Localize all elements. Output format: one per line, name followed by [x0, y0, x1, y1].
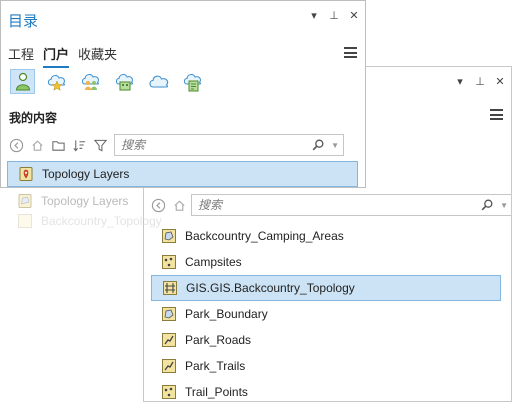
front-search-input[interactable]: [121, 138, 308, 152]
catalog-tabs: 工程 门户 收藏夹: [8, 44, 117, 68]
line-feature-class-icon: [162, 359, 176, 373]
front-search-box[interactable]: ▼: [114, 134, 344, 156]
living-atlas-icon[interactable]: [180, 69, 205, 94]
polygon-feature-class-icon: [162, 229, 176, 243]
options-dropdown-icon[interactable]: ▾: [455, 75, 465, 89]
item-label: Campsites: [185, 255, 242, 269]
catalog-item-list: Backcountry_Camping_Areas Campsites GIS.…: [151, 223, 501, 401]
list-item-campsites[interactable]: Campsites: [151, 249, 501, 275]
drag-ghost-item: Topology Layers: [7, 188, 307, 214]
pane-title: 目录: [8, 13, 39, 30]
back-icon[interactable]: [7, 136, 26, 155]
item-label: Park_Boundary: [185, 307, 268, 321]
item-label: Backcountry_Topology: [41, 214, 162, 228]
my-content-icon[interactable]: [10, 69, 35, 94]
all-portal-icon[interactable]: [146, 69, 171, 94]
item-label: Topology Layers: [41, 194, 129, 208]
window-controls: ▾ ⊥ ✕: [309, 9, 359, 23]
item-label: Park_Roads: [185, 333, 252, 347]
groups-cloud-icon[interactable]: [78, 69, 103, 94]
close-icon[interactable]: ✕: [349, 9, 359, 23]
search-icon[interactable]: [311, 138, 325, 152]
list-item-park-trails[interactable]: Park_Trails: [151, 353, 501, 379]
drag-ghost-item: Backcountry_Topology: [7, 214, 307, 228]
favorites-cloud-icon[interactable]: [44, 69, 69, 94]
tab-project[interactable]: 工程: [8, 44, 34, 66]
list-item-backcountry-topology[interactable]: GIS.GIS.Backcountry_Topology: [151, 275, 501, 301]
menu-icon[interactable]: [490, 109, 503, 120]
search-options-chevron-icon[interactable]: ▼: [331, 141, 339, 150]
list-item-park-roads[interactable]: Park_Roads: [151, 327, 501, 353]
window-controls: ▾ ⊥ ✕: [455, 75, 505, 89]
tab-favorites[interactable]: 收藏夹: [78, 44, 117, 66]
point-feature-class-icon: [162, 255, 176, 269]
point-feature-class-icon: [162, 385, 176, 399]
search-icon[interactable]: [480, 198, 494, 212]
folder-icon[interactable]: [49, 136, 68, 155]
item-label: Park_Trails: [185, 359, 246, 373]
pin-icon[interactable]: ⊥: [329, 9, 339, 23]
filter-icon[interactable]: [91, 136, 110, 155]
search-options-chevron-icon[interactable]: ▼: [500, 201, 508, 210]
list-item-park-boundary[interactable]: Park_Boundary: [151, 301, 501, 327]
sort-icon[interactable]: [70, 136, 89, 155]
topology-icon: [163, 281, 177, 295]
organization-cloud-icon[interactable]: [112, 69, 137, 94]
catalog-pane: 目录 ▾ ⊥ ✕ 工程 门户 收藏夹 我的内容 搜索 ▼: [0, 0, 366, 188]
menu-icon[interactable]: [344, 47, 357, 58]
line-feature-class-icon: [162, 333, 176, 347]
topology-icon: [18, 214, 32, 228]
front-pane-toolbar: ▼: [7, 134, 344, 156]
item-label: Topology Layers: [42, 167, 130, 181]
home-icon[interactable]: [28, 136, 47, 155]
pin-icon[interactable]: ⊥: [475, 75, 485, 89]
item-label: Backcountry_Camping_Areas: [185, 229, 344, 243]
layer-package-icon: [18, 194, 32, 208]
polygon-feature-class-icon: [162, 307, 176, 321]
item-label: GIS.GIS.Backcountry_Topology: [186, 281, 355, 295]
section-label-my-content: 我的内容: [9, 111, 58, 125]
options-dropdown-icon[interactable]: ▾: [309, 9, 319, 23]
close-icon[interactable]: ✕: [495, 75, 505, 89]
portal-content-bar: [10, 69, 205, 94]
layer-package-icon: [19, 167, 33, 181]
tab-portal[interactable]: 门户: [43, 44, 70, 68]
item-label: Trail_Points: [185, 385, 248, 399]
portal-item-topology-layers[interactable]: Topology Layers: [7, 161, 358, 187]
list-item-trail-points[interactable]: Trail_Points: [151, 379, 501, 401]
